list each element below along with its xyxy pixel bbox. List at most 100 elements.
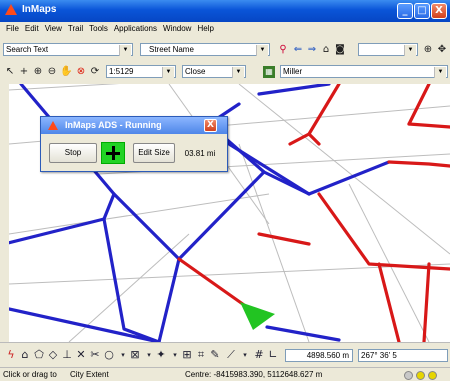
scale-input[interactable]: 1:5129 ▼ bbox=[106, 65, 176, 78]
binoculars-icon[interactable]: ◙ bbox=[334, 44, 346, 56]
crosshair-icon[interactable]: + bbox=[18, 66, 30, 78]
chevron-down-icon[interactable]: ▼ bbox=[162, 67, 174, 78]
chevron-down-icon[interactable]: ▼ bbox=[256, 45, 268, 56]
search-toolbar: Search Text ▼ Street Name ▼ ⚲ ⇐ ⇒ ⌂ ◙ ▼ … bbox=[0, 40, 450, 60]
street-outline bbox=[9, 84, 120, 91]
zoom-in-icon[interactable]: ⊕ bbox=[32, 66, 44, 78]
blue-road bbox=[157, 257, 181, 342]
chevron-down-icon[interactable]: ▼ bbox=[232, 67, 244, 78]
blue-road bbox=[112, 192, 181, 261]
red-road bbox=[317, 192, 450, 271]
drawing-toolbar: ϟ ⌂ ⬠ ◇ ⊥ ✕ ✂ ○ ▾ ⊠ ▾ ✦ ▾ ⊞ ⌗ ✎ ⟋ ▾ # ∟ … bbox=[0, 342, 450, 368]
position-marker-icon bbox=[240, 302, 275, 330]
line-icon[interactable]: ⟋ bbox=[224, 348, 238, 362]
search-icon[interactable]: ⚲ bbox=[277, 44, 289, 56]
hash-icon[interactable]: # bbox=[252, 348, 266, 362]
blue-road bbox=[307, 160, 391, 196]
close-select[interactable]: Close ▼ bbox=[182, 65, 246, 78]
street-outline bbox=[9, 193, 270, 235]
status-bar: Click or drag to City Extent Centre: -84… bbox=[0, 367, 450, 381]
blue-road bbox=[227, 142, 311, 196]
chevron-down-icon[interactable]: ▼ bbox=[434, 67, 446, 78]
pointer-icon[interactable]: ↖ bbox=[4, 66, 16, 78]
layer-icon[interactable]: ▦ bbox=[263, 66, 275, 78]
polygon-icon[interactable]: ⬠ bbox=[32, 348, 46, 362]
scale-value: 1:5129 bbox=[109, 67, 134, 76]
zoom-icon[interactable]: ⊕ bbox=[422, 44, 434, 56]
layer-select[interactable]: Miller ▼ bbox=[280, 65, 448, 78]
menu-applications[interactable]: Applications bbox=[111, 22, 160, 33]
dialog-close-button[interactable]: X bbox=[204, 119, 217, 132]
shape-icon[interactable]: ◇ bbox=[46, 348, 60, 362]
minimize-button[interactable]: _ bbox=[397, 3, 413, 19]
edit-icon[interactable]: ✎ bbox=[208, 348, 222, 362]
edit-size-button[interactable]: Edit Size bbox=[133, 143, 175, 163]
menu-trail[interactable]: Trail bbox=[65, 22, 86, 33]
close-select-value: Close bbox=[185, 67, 206, 76]
measure-icon[interactable]: ⊥ bbox=[60, 348, 74, 362]
distance-readout: 03.81 mi bbox=[177, 145, 223, 162]
status-extent: City Extent bbox=[70, 370, 109, 379]
search-input-value: Search Text bbox=[6, 45, 49, 54]
delete-icon[interactable]: ✕ bbox=[74, 348, 88, 362]
corner-icon[interactable]: ∟ bbox=[266, 348, 280, 362]
menu-edit[interactable]: Edit bbox=[22, 22, 42, 33]
snap-icon[interactable]: ⊞ bbox=[180, 348, 194, 362]
location-select[interactable]: ▼ bbox=[358, 43, 418, 56]
blue-road bbox=[102, 217, 161, 342]
status-centre: Centre: -8415983.390, 5112648.627 m bbox=[185, 370, 323, 379]
scissors-icon[interactable]: ✂ bbox=[88, 348, 102, 362]
grid-icon[interactable]: ⊠ bbox=[128, 348, 142, 362]
zoom-out-icon[interactable]: ⊖ bbox=[46, 66, 58, 78]
red-road bbox=[407, 84, 431, 126]
stop-icon[interactable]: ⊗ bbox=[75, 66, 87, 78]
menu-tools[interactable]: Tools bbox=[86, 22, 111, 33]
blue-road bbox=[9, 307, 161, 342]
close-button[interactable]: X bbox=[431, 3, 447, 19]
refresh-icon[interactable]: ⟳ bbox=[89, 66, 101, 78]
search-input[interactable]: Search Text ▼ bbox=[3, 43, 133, 56]
stop-button[interactable]: Stop bbox=[49, 143, 97, 163]
menu-view[interactable]: View bbox=[42, 22, 65, 33]
street-name-value: Street Name bbox=[149, 45, 194, 54]
hand-icon[interactable]: ✋ bbox=[60, 66, 72, 78]
blue-road bbox=[265, 325, 341, 342]
forward-arrow-icon[interactable]: ⇒ bbox=[306, 44, 318, 56]
dialog-title: InMaps ADS - Running bbox=[65, 120, 162, 130]
chevron-down-icon[interactable]: ▼ bbox=[404, 45, 416, 56]
red-road bbox=[422, 262, 431, 342]
ads-dialog: InMaps ADS - Running X Stop Edit Size 03… bbox=[40, 116, 228, 172]
menu-bar: File Edit View Trail Tools Applications Window… bbox=[0, 22, 450, 37]
blue-road bbox=[257, 84, 331, 96]
angle-field[interactable]: 267° 36' 5 bbox=[358, 349, 448, 362]
red-road bbox=[307, 132, 321, 146]
red-road bbox=[407, 122, 450, 129]
menu-file[interactable]: File bbox=[0, 22, 22, 33]
dialog-title-bar[interactable]: InMaps ADS - Running bbox=[41, 117, 227, 134]
home-icon[interactable]: ⌂ bbox=[320, 44, 332, 56]
title-bar[interactable]: InMaps _ □ X bbox=[0, 0, 450, 22]
menu-help[interactable]: Help bbox=[194, 22, 216, 33]
pan-icon[interactable]: ✥ bbox=[436, 44, 448, 56]
window-title: InMaps bbox=[22, 4, 57, 15]
lightning-icon[interactable]: ϟ bbox=[4, 348, 18, 362]
back-arrow-icon[interactable]: ⇐ bbox=[292, 44, 304, 56]
maximize-button[interactable]: □ bbox=[414, 3, 430, 19]
red-road bbox=[387, 160, 450, 168]
polyline-icon[interactable]: ⌂ bbox=[18, 348, 32, 362]
street-name-input[interactable]: Street Name ▼ bbox=[140, 43, 270, 56]
vertex-icon[interactable]: ⌗ bbox=[194, 348, 208, 362]
map-left-border bbox=[0, 84, 9, 342]
app-logo-icon bbox=[5, 4, 17, 15]
chevron-down-icon[interactable]: ▾ bbox=[238, 348, 252, 362]
layer-select-value: Miller bbox=[283, 67, 303, 76]
wand-icon[interactable]: ✦ bbox=[154, 348, 168, 362]
menu-window[interactable]: Window bbox=[160, 22, 194, 33]
distance-field[interactable]: 4898.560 m bbox=[285, 349, 353, 362]
map-toolbar: ↖ + ⊕ ⊖ ✋ ⊗ ⟳ 1:5129 ▼ Close ▼ ▦ Miller … bbox=[0, 62, 450, 82]
add-icon[interactable] bbox=[101, 142, 125, 164]
app-logo-icon bbox=[48, 121, 58, 130]
circle-icon[interactable]: ○ bbox=[102, 348, 116, 362]
chevron-down-icon[interactable]: ▼ bbox=[119, 45, 131, 56]
red-road bbox=[257, 232, 311, 246]
